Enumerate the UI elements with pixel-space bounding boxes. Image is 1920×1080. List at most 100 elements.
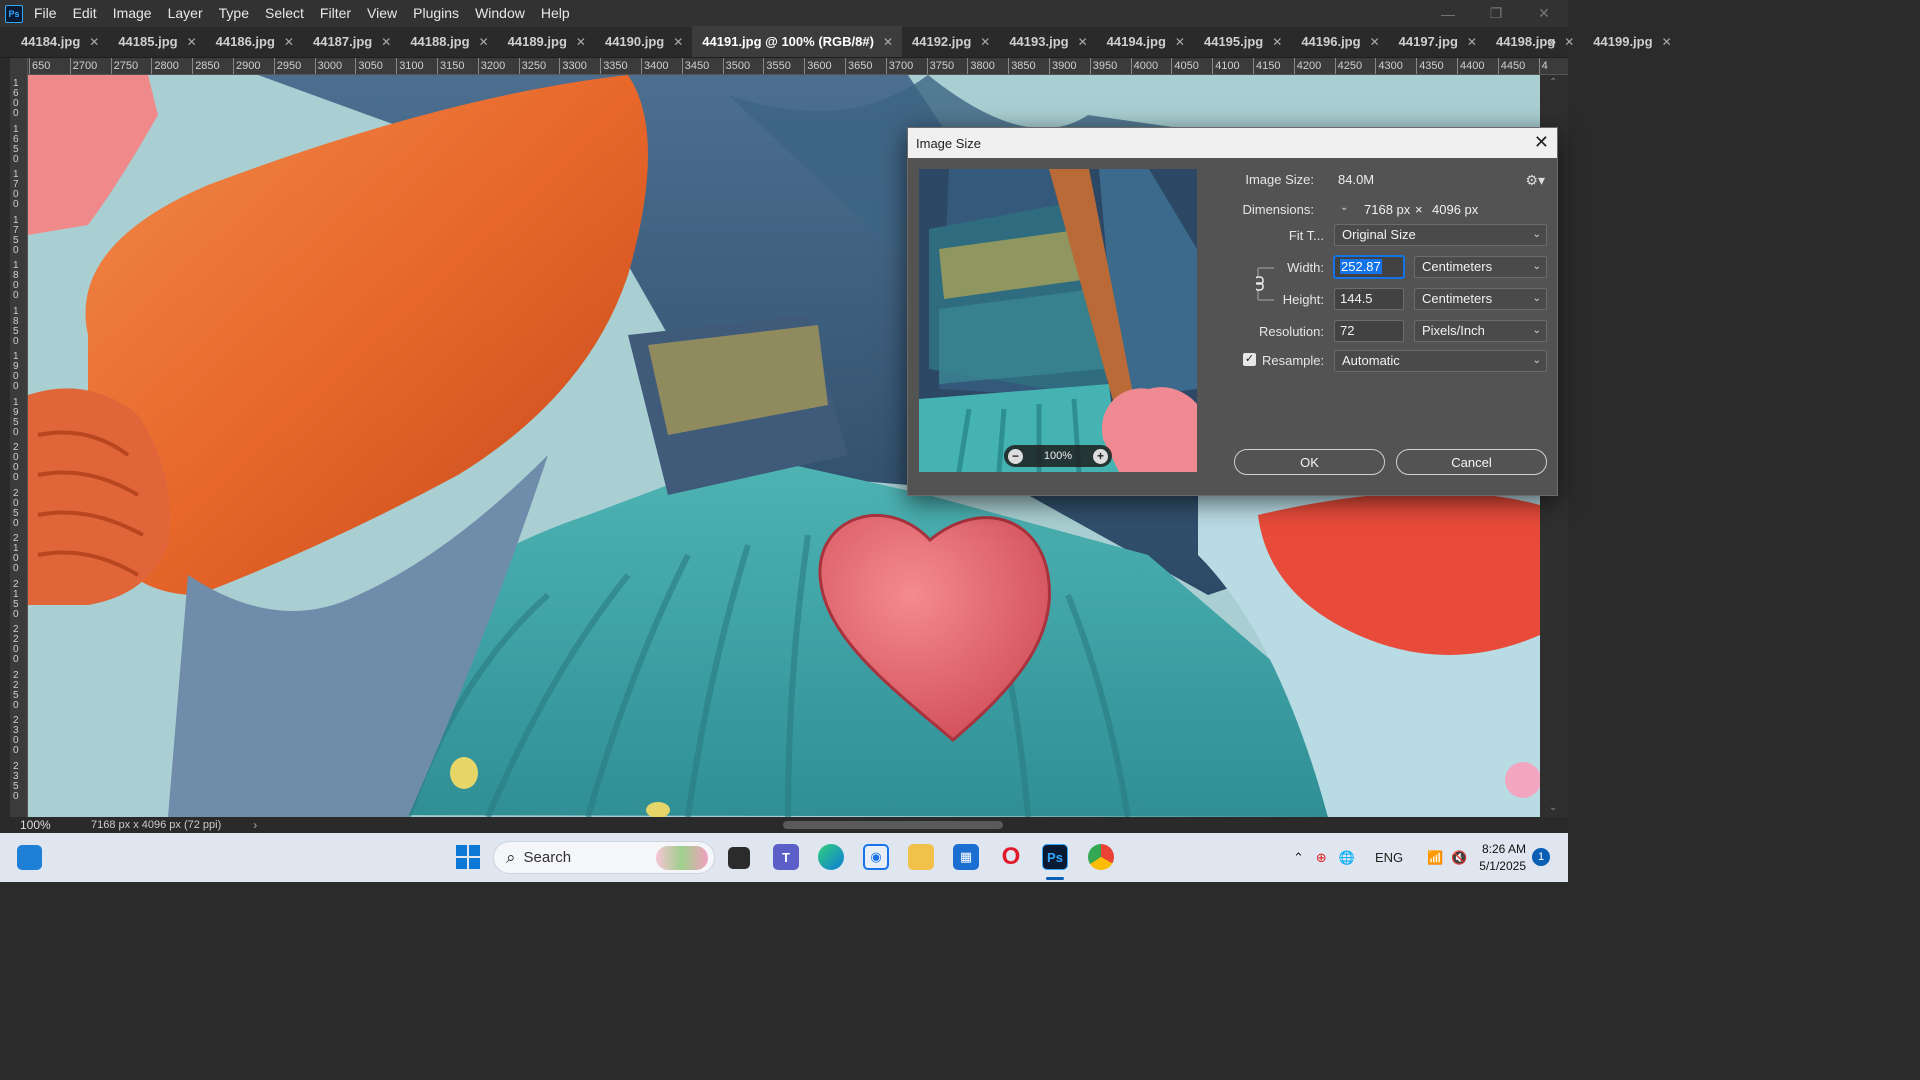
- tab-close-icon[interactable]: ✕: [284, 35, 294, 49]
- globe-icon[interactable]: 🌐: [1339, 850, 1355, 866]
- document-tab[interactable]: 44198.jpg ✕: [1486, 26, 1583, 57]
- maximize-icon[interactable]: ❐: [1472, 0, 1520, 27]
- tab-overflow-icon[interactable]: »: [1548, 33, 1556, 49]
- menu-window[interactable]: Window: [467, 0, 533, 27]
- document-tab[interactable]: 44194.jpg ✕: [1097, 26, 1194, 57]
- photoshop-icon[interactable]: Ps: [1042, 844, 1068, 870]
- tab-close-icon[interactable]: ✕: [1662, 35, 1672, 49]
- language-indicator[interactable]: ENG: [1375, 850, 1403, 865]
- fit-to-dropdown[interactable]: Original Size ⌄: [1334, 224, 1547, 246]
- ok-button[interactable]: OK: [1234, 449, 1385, 475]
- system-clock[interactable]: 8:26 AM 5/1/2025: [1476, 841, 1526, 875]
- close-window-icon[interactable]: ✕: [1520, 0, 1568, 27]
- tab-close-icon[interactable]: ✕: [1175, 35, 1185, 49]
- zoom-out-icon[interactable]: −: [1008, 448, 1023, 464]
- resample-dropdown[interactable]: Automatic ⌄: [1334, 350, 1547, 372]
- tab-close-icon[interactable]: ✕: [89, 35, 99, 49]
- ruler-tick-label: 4050: [1171, 58, 1199, 74]
- menu-edit[interactable]: Edit: [65, 0, 105, 27]
- camera-icon[interactable]: ◉: [863, 844, 889, 870]
- document-tab[interactable]: 44185.jpg ✕: [108, 26, 205, 57]
- store-icon[interactable]: ▦: [953, 844, 979, 870]
- zoom-in-icon[interactable]: +: [1092, 448, 1108, 464]
- notification-badge[interactable]: 1: [1532, 848, 1550, 866]
- menu-view[interactable]: View: [359, 0, 405, 27]
- tab-close-icon[interactable]: ✕: [479, 35, 489, 49]
- cancel-button[interactable]: Cancel: [1396, 449, 1547, 475]
- width-unit-dropdown[interactable]: Centimeters ⌄: [1414, 256, 1547, 278]
- document-tab[interactable]: 44187.jpg ✕: [303, 26, 400, 57]
- volume-muted-icon[interactable]: 🔇: [1451, 850, 1467, 866]
- height-input[interactable]: 144.5: [1334, 288, 1404, 310]
- close-icon[interactable]: ✕: [1534, 133, 1549, 151]
- menu-type[interactable]: Type: [211, 0, 257, 27]
- document-tab[interactable]: 44199.jpg ✕: [1583, 26, 1680, 57]
- document-tab[interactable]: 44191.jpg @ 100% (RGB/8#) ✕: [692, 26, 902, 57]
- tab-close-icon[interactable]: ✕: [1370, 35, 1380, 49]
- teams-icon[interactable]: T: [773, 844, 799, 870]
- tab-close-icon[interactable]: ✕: [980, 35, 990, 49]
- ruler-tick-label: 3950: [1089, 58, 1118, 74]
- minimize-icon[interactable]: —: [1424, 0, 1472, 27]
- status-menu-arrow-icon[interactable]: ›: [253, 818, 257, 832]
- menu-select[interactable]: Select: [257, 0, 312, 27]
- image-preview[interactable]: − 100% +: [919, 169, 1197, 472]
- menu-layer[interactable]: Layer: [160, 0, 211, 27]
- dialog-titlebar[interactable]: Image Size ✕: [908, 128, 1557, 158]
- document-tab[interactable]: 44195.jpg ✕: [1194, 26, 1291, 57]
- windows-start-icon[interactable]: [455, 844, 481, 870]
- tab-label: 44186.jpg: [215, 34, 275, 49]
- scrollbar-thumb[interactable]: [783, 821, 1003, 829]
- width-input[interactable]: 252.87: [1334, 256, 1404, 278]
- horizontal-ruler[interactable]: 650 2700 2750 2800 2850 2900 2950 3000 3050 3100 3…: [28, 58, 1568, 75]
- vertical-ruler[interactable]: 1600 1650 1700 1750 1800 1850 1900 1950 2000 2050…: [10, 75, 28, 817]
- status-zoom[interactable]: 100%: [0, 818, 60, 832]
- tab-close-icon[interactable]: ✕: [1467, 35, 1477, 49]
- scroll-up-icon[interactable]: ⌃: [1549, 77, 1557, 88]
- tab-close-icon[interactable]: ✕: [1272, 35, 1282, 49]
- height-unit-dropdown[interactable]: Centimeters ⌄: [1414, 288, 1547, 310]
- menu-filter[interactable]: Filter: [312, 0, 359, 27]
- tray-overflow-icon[interactable]: ⌃: [1293, 850, 1304, 866]
- scroll-down-icon[interactable]: ⌄: [1549, 802, 1557, 813]
- document-tab[interactable]: 44184.jpg ✕: [11, 26, 108, 57]
- document-tab[interactable]: 44193.jpg ✕: [999, 26, 1096, 57]
- widgets-icon[interactable]: [17, 845, 42, 870]
- wifi-icon[interactable]: 📶: [1427, 850, 1443, 866]
- tab-close-icon[interactable]: ✕: [187, 35, 197, 49]
- document-tab[interactable]: 44190.jpg ✕: [595, 26, 692, 57]
- resolution-label: Resolution:: [1258, 324, 1324, 339]
- menu-help[interactable]: Help: [533, 0, 578, 27]
- ruler-corner[interactable]: [10, 58, 28, 75]
- file-explorer-icon[interactable]: [908, 844, 934, 870]
- document-tab[interactable]: 44192.jpg ✕: [902, 26, 999, 57]
- resample-checkbox[interactable]: ✓: [1243, 353, 1256, 366]
- tab-label: 44195.jpg: [1203, 34, 1264, 49]
- tab-close-icon[interactable]: ✕: [381, 35, 391, 49]
- horizontal-scrollbar[interactable]: [258, 820, 1534, 830]
- menu-plugins[interactable]: Plugins: [405, 0, 467, 27]
- document-tab[interactable]: 44189.jpg ✕: [498, 26, 595, 57]
- tab-close-icon[interactable]: ✕: [1564, 35, 1574, 49]
- edge-icon[interactable]: [818, 844, 844, 870]
- vpn-icon[interactable]: ⊕: [1316, 850, 1327, 866]
- tab-close-icon[interactable]: ✕: [1078, 35, 1088, 49]
- menu-image[interactable]: Image: [105, 0, 160, 27]
- tab-close-icon[interactable]: ✕: [673, 35, 683, 49]
- photoshop-app-icon[interactable]: Ps: [5, 4, 23, 23]
- tab-close-icon[interactable]: ✕: [883, 35, 893, 49]
- document-tab[interactable]: 44188.jpg ✕: [400, 26, 497, 57]
- settings-gear-icon[interactable]: ⚙▾: [1525, 172, 1545, 189]
- document-tab[interactable]: 44186.jpg ✕: [206, 26, 303, 57]
- opera-icon[interactable]: O: [998, 843, 1024, 870]
- chrome-icon[interactable]: [1088, 844, 1114, 870]
- menu-file[interactable]: File: [26, 0, 65, 27]
- task-view-icon[interactable]: [728, 847, 750, 869]
- taskbar-search-box[interactable]: ⌕ Search: [493, 841, 715, 874]
- document-tab[interactable]: 44197.jpg ✕: [1389, 26, 1486, 57]
- tab-close-icon[interactable]: ✕: [576, 35, 586, 49]
- dimensions-dropdown-icon[interactable]: ⌄: [1340, 202, 1354, 216]
- document-tab[interactable]: 44196.jpg ✕: [1291, 26, 1388, 57]
- resolution-input[interactable]: 72: [1334, 320, 1404, 342]
- resolution-unit-dropdown[interactable]: Pixels/Inch ⌄: [1414, 320, 1547, 342]
